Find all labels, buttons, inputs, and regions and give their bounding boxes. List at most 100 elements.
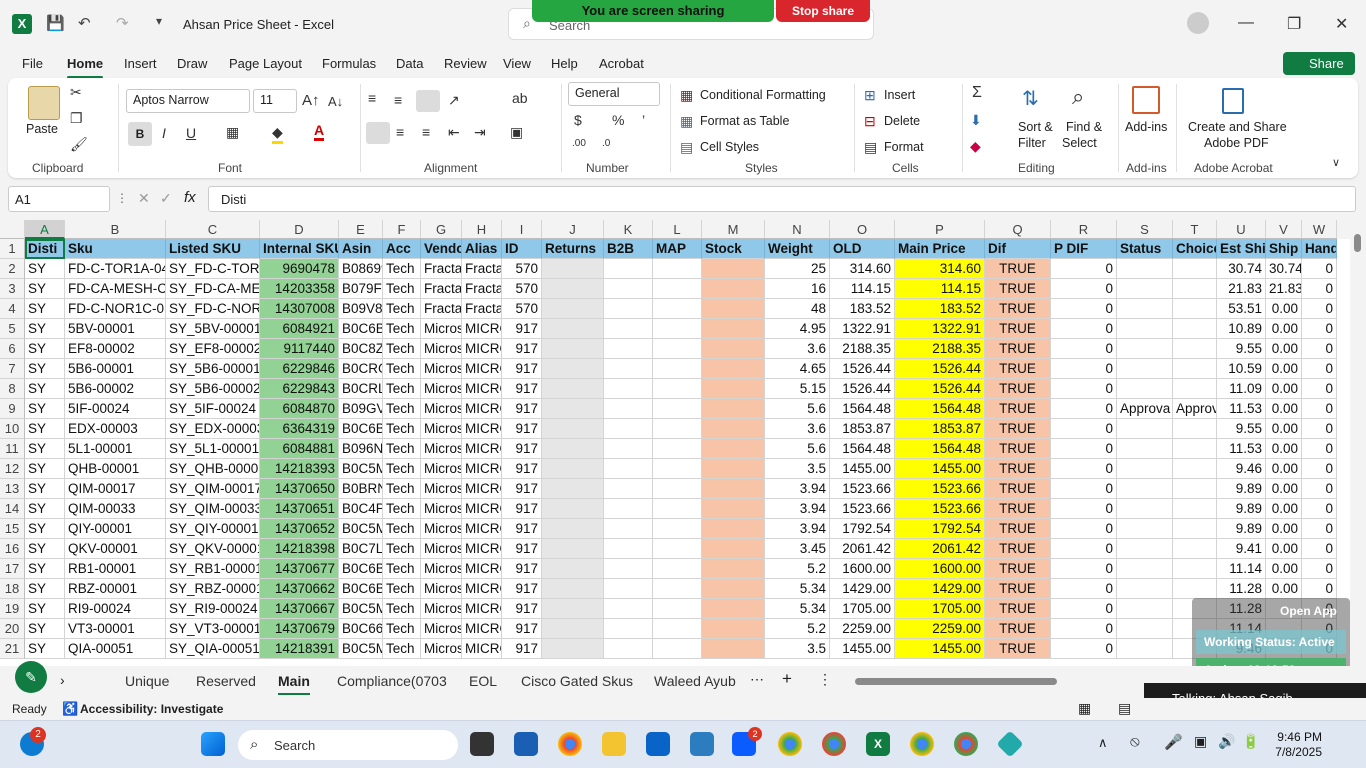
wrap-text-icon[interactable]: ab (512, 90, 528, 106)
table-cell[interactable]: 917 (502, 459, 542, 479)
table-cell[interactable] (702, 579, 765, 599)
table-cell[interactable]: 9.89 (1217, 519, 1266, 539)
table-cell[interactable] (604, 559, 653, 579)
table-cell[interactable]: RI9-00024 (65, 599, 166, 619)
table-cell[interactable]: 1455.00 (830, 639, 895, 659)
table-cell[interactable]: 917 (502, 359, 542, 379)
table-cell[interactable]: SY_FD-CA-MESH (166, 279, 260, 299)
table-cell[interactable]: 0 (1051, 279, 1117, 299)
table-cell[interactable]: Approv (1173, 399, 1217, 419)
worksheet-grid[interactable]: ABCDEFGHIJKLMNOPQRSTUVW 1 Disti Sku Listed … (0, 220, 1350, 666)
menu-acrobat[interactable]: Acrobat (599, 56, 644, 71)
table-cell[interactable] (1173, 579, 1217, 599)
table-cell[interactable]: 917 (502, 399, 542, 419)
header-cell[interactable]: Asin (339, 239, 383, 259)
table-cell[interactable]: SY_EDX-00003 (166, 419, 260, 439)
borders-icon[interactable]: ▦ (226, 124, 239, 141)
increase-indent-icon[interactable]: ⇥ (474, 124, 486, 141)
table-cell[interactable]: 1526.44 (895, 379, 985, 399)
table-cell[interactable]: TRUE (985, 439, 1051, 459)
table-cell[interactable]: 2061.42 (895, 539, 985, 559)
column-header-a[interactable]: A (25, 220, 65, 239)
menu-view[interactable]: View (503, 56, 531, 71)
table-cell[interactable]: 6084921 (260, 319, 339, 339)
table-cell[interactable] (542, 259, 604, 279)
table-cell[interactable]: 917 (502, 579, 542, 599)
table-cell[interactable]: 4.65 (765, 359, 830, 379)
table-cell[interactable]: 2061.42 (830, 539, 895, 559)
bold-button[interactable]: B (128, 122, 152, 146)
table-cell[interactable]: SY_QIM-00033 (166, 499, 260, 519)
table-cell[interactable] (702, 359, 765, 379)
table-cell[interactable] (702, 419, 765, 439)
column-header-d[interactable]: D (260, 220, 339, 239)
table-cell[interactable]: B0C7LH (339, 539, 383, 559)
column-header-k[interactable]: K (604, 220, 653, 239)
table-cell[interactable]: Micros (421, 339, 462, 359)
open-app-link[interactable]: Open App (1280, 604, 1337, 618)
enter-entry-icon[interactable]: ✓ (160, 190, 172, 207)
table-cell[interactable]: SY_5B6-00001 (166, 359, 260, 379)
row-header[interactable]: 6 (0, 339, 25, 359)
table-cell[interactable]: SY (25, 519, 65, 539)
table-cell[interactable]: TRUE (985, 579, 1051, 599)
display-icon[interactable]: ▣ (1194, 733, 1207, 750)
table-cell[interactable] (604, 499, 653, 519)
table-cell[interactable]: 3.45 (765, 539, 830, 559)
table-cell[interactable]: SY (25, 619, 65, 639)
table-cell[interactable]: B0C6BE (339, 419, 383, 439)
table-cell[interactable] (542, 399, 604, 419)
table-cell[interactable]: TRUE (985, 379, 1051, 399)
table-cell[interactable]: 6364319 (260, 419, 339, 439)
header-cell[interactable]: ID (502, 239, 542, 259)
comma-style-icon[interactable]: ’ (642, 112, 645, 128)
table-cell[interactable]: 1792.54 (830, 519, 895, 539)
table-cell[interactable] (1117, 259, 1173, 279)
table-cell[interactable]: 1523.66 (830, 499, 895, 519)
table-cell[interactable] (1117, 379, 1173, 399)
table-cell[interactable]: 0 (1051, 379, 1117, 399)
table-cell[interactable]: Tech (383, 559, 421, 579)
table-cell[interactable]: QIA-00051 (65, 639, 166, 659)
table-cell[interactable]: MICRO (462, 359, 502, 379)
table-cell[interactable]: MICRO (462, 499, 502, 519)
table-cell[interactable]: FD-CA-MESH-C-B (65, 279, 166, 299)
table-cell[interactable]: B0C5M (339, 459, 383, 479)
table-cell[interactable]: Micros (421, 619, 462, 639)
header-cell[interactable]: Internal SKU (260, 239, 339, 259)
table-cell[interactable]: SY_QKV-00001 (166, 539, 260, 559)
table-cell[interactable]: Tech (383, 439, 421, 459)
table-cell[interactable]: 0.00 (1266, 359, 1302, 379)
table-cell[interactable] (1117, 279, 1173, 299)
table-cell[interactable]: 21.83 (1266, 279, 1302, 299)
table-cell[interactable]: 0.00 (1266, 319, 1302, 339)
sheet-tab[interactable]: Unique (125, 673, 169, 689)
table-cell[interactable] (604, 419, 653, 439)
table-cell[interactable] (604, 379, 653, 399)
table-cell[interactable]: 1853.87 (895, 419, 985, 439)
table-cell[interactable]: 1523.66 (830, 479, 895, 499)
row-header[interactable]: 2 (0, 259, 25, 279)
table-cell[interactable]: 1564.48 (895, 399, 985, 419)
table-cell[interactable]: B0CRG (339, 359, 383, 379)
row-header[interactable]: 1 (0, 239, 25, 259)
table-cell[interactable]: Fracta (462, 279, 502, 299)
undo-icon[interactable]: ↶ (78, 14, 91, 32)
table-cell[interactable]: 5B6-00001 (65, 359, 166, 379)
vertical-scrollbar[interactable] (1350, 220, 1366, 666)
table-cell[interactable]: 53.51 (1217, 299, 1266, 319)
table-cell[interactable]: MICRO (462, 399, 502, 419)
table-cell[interactable]: 0 (1051, 359, 1117, 379)
excel-taskbar-icon[interactable]: X (866, 732, 890, 756)
table-cell[interactable]: MICRO (462, 339, 502, 359)
table-cell[interactable] (1117, 499, 1173, 519)
insert-function-icon[interactable]: fx (184, 189, 196, 206)
table-cell[interactable] (1173, 439, 1217, 459)
table-cell[interactable] (1173, 499, 1217, 519)
table-cell[interactable]: MICRO (462, 639, 502, 659)
table-cell[interactable]: 314.60 (895, 259, 985, 279)
table-cell[interactable]: 9690478 (260, 259, 339, 279)
table-cell[interactable] (702, 599, 765, 619)
microphone-icon[interactable]: 🎤 (1164, 733, 1183, 751)
table-cell[interactable]: 0 (1051, 459, 1117, 479)
